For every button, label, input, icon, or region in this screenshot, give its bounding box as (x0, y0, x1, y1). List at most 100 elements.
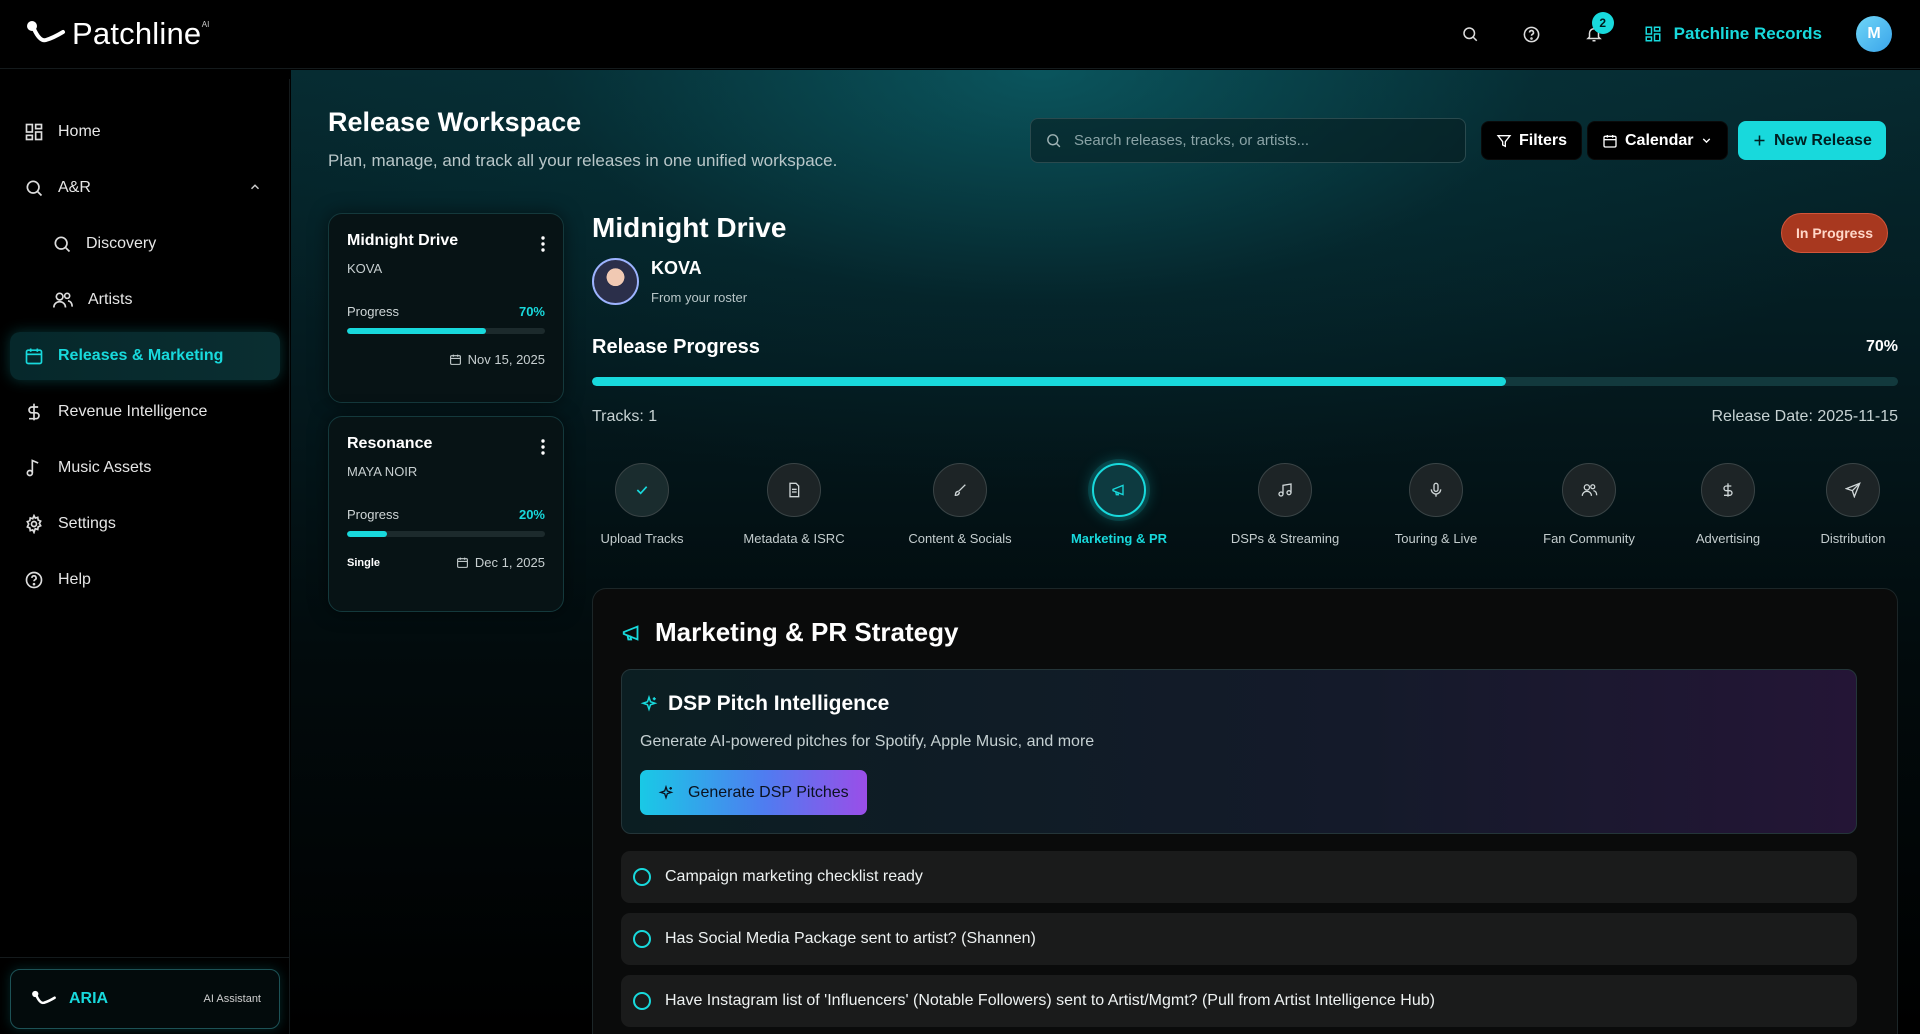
step-label: Marketing & PR (1070, 531, 1168, 546)
progress-percent: 20% (518, 507, 545, 522)
release-card-footer: Nov 15, 2025 (347, 352, 545, 367)
users-icon (1581, 484, 1597, 496)
search-bar[interactable] (1030, 118, 1466, 163)
checklist-item-label: Has Social Media Package sent to artist?… (665, 930, 1036, 947)
release-card-date: Nov 15, 2025 (467, 352, 545, 367)
release-card-date: Dec 1, 2025 (474, 555, 545, 570)
sidebar-item-label: Settings (58, 515, 116, 532)
step-touring-live[interactable]: Touring & Live (1376, 463, 1496, 546)
release-card-artist: MAYA NOIR (347, 464, 418, 479)
plus-icon (1754, 135, 1765, 146)
workflow-steps: Upload Tracks Metadata & ISRC Content & … (592, 463, 1912, 563)
step-advertising[interactable]: Advertising (1668, 463, 1788, 546)
help-icon[interactable] (1512, 14, 1552, 54)
search-input[interactable] (1074, 132, 1434, 149)
checkbox-circle[interactable] (633, 868, 651, 886)
artist-avatar (592, 258, 639, 305)
step-dsps-streaming[interactable]: DSPs & Streaming (1210, 463, 1360, 546)
filters-button[interactable]: Filters (1481, 121, 1583, 160)
sidebar: Home A&R Discovery Artists Releases & Ma… (0, 79, 290, 1034)
artist-subtitle: From your roster (651, 290, 748, 305)
step-circle (615, 463, 669, 517)
new-release-label: New Release (1774, 131, 1872, 149)
check-icon (636, 486, 648, 495)
new-release-button[interactable]: New Release (1738, 121, 1886, 160)
checkbox-circle[interactable] (633, 930, 651, 948)
search-icon (1047, 134, 1061, 148)
release-card-progress-bar (347, 531, 545, 537)
step-label: DSPs & Streaming (1230, 531, 1340, 546)
brand-logo[interactable]: Patchline AI (26, 16, 209, 52)
release-card-progress-row: Progress 20% (347, 507, 545, 522)
calendar-icon (449, 354, 461, 365)
org-name: Patchline Records (1673, 24, 1822, 43)
release-type-badge: Single (347, 556, 381, 569)
sidebar-item-ar[interactable]: A&R (10, 164, 280, 212)
user-avatar[interactable]: M (1856, 16, 1892, 52)
artist-name[interactable]: KOVA (651, 258, 702, 279)
step-circle (1562, 463, 1616, 517)
step-content-socials[interactable]: Content & Socials (890, 463, 1030, 546)
release-card-date-group: Dec 1, 2025 (456, 555, 545, 570)
step-label: Content & Socials (908, 531, 1012, 546)
sidebar-item-artists[interactable]: Artists (38, 276, 280, 324)
search-icon[interactable] (1450, 14, 1490, 54)
sidebar-item-home[interactable]: Home (10, 108, 280, 156)
notifications-button[interactable]: 2 (1574, 12, 1614, 54)
page-title: Release Workspace (328, 107, 582, 137)
step-circle (1092, 463, 1146, 517)
aria-assistant-button[interactable]: ARIA AI Assistant (10, 969, 280, 1029)
dollar-icon (1723, 483, 1733, 497)
release-detail-title: Midnight Drive (592, 212, 787, 243)
grid-icon (1645, 26, 1661, 42)
checklist-item[interactable]: Campaign marketing checklist ready (621, 851, 1857, 903)
step-label: Upload Tracks (600, 531, 684, 546)
brand-name: Patchline (72, 16, 202, 51)
progress-label: Progress (347, 507, 400, 522)
aria-name: ARIA (69, 990, 109, 1007)
grid-icon (25, 123, 43, 141)
step-circle (1826, 463, 1880, 517)
release-card-footer: Single Dec 1, 2025 (347, 555, 545, 570)
more-vertical-icon[interactable] (541, 439, 545, 455)
sidebar-item-releases-marketing[interactable]: Releases & Marketing (10, 332, 280, 380)
step-distribution[interactable]: Distribution (1793, 463, 1913, 546)
sidebar-item-music-assets[interactable]: Music Assets (10, 444, 280, 492)
sidebar-item-discovery[interactable]: Discovery (38, 220, 280, 268)
release-card-midnight-drive[interactable]: Midnight Drive KOVA Progress 70% Nov 15,… (328, 213, 564, 403)
sidebar-divider (0, 957, 290, 958)
chevron-up-icon (250, 184, 260, 190)
progress-bar-fill (347, 328, 486, 334)
step-marketing-pr[interactable]: Marketing & PR (1059, 463, 1179, 546)
generate-dsp-pitches-button[interactable]: Generate DSP Pitches (640, 770, 867, 815)
release-card-progress-row: Progress 70% (347, 304, 545, 319)
step-upload-tracks[interactable]: Upload Tracks (592, 463, 692, 546)
release-progress-percent: 70% (1865, 338, 1898, 355)
help-icon (25, 571, 43, 589)
notification-count-badge: 2 (1591, 12, 1614, 34)
sidebar-item-settings[interactable]: Settings (10, 500, 280, 548)
calendar-button[interactable]: Calendar (1587, 121, 1729, 160)
step-label: Fan Community (1543, 531, 1635, 546)
status-badge[interactable]: In Progress (1781, 213, 1889, 253)
patchline-logo-icon (32, 990, 56, 1005)
brush-icon (954, 484, 966, 497)
marketing-strategy-panel: Marketing & PR Strategy DSP Pitch Intell… (592, 588, 1898, 1034)
checkbox-circle[interactable] (633, 992, 651, 1010)
top-bar: Patchline AI 2 Patchline Records M (0, 0, 1920, 69)
step-metadata-isrc[interactable]: Metadata & ISRC (724, 463, 864, 546)
release-date: Release Date: 2025-11-15 (1711, 408, 1899, 425)
step-fan-community[interactable]: Fan Community (1519, 463, 1659, 546)
more-vertical-icon[interactable] (541, 236, 545, 252)
sparkles-icon (640, 695, 658, 712)
org-switcher[interactable]: Patchline Records (1644, 24, 1822, 44)
sidebar-item-help[interactable]: Help (10, 556, 280, 604)
checklist-item[interactable]: Have Instagram list of 'Influencers' (No… (621, 975, 1857, 1027)
step-circle (1409, 463, 1463, 517)
search-icon (26, 180, 43, 197)
sidebar-item-revenue-intelligence[interactable]: Revenue Intelligence (10, 388, 280, 436)
checklist-item[interactable]: Has Social Media Package sent to artist?… (621, 913, 1857, 965)
calendar-icon (25, 348, 43, 365)
release-card-resonance[interactable]: Resonance MAYA NOIR Progress 20% Single … (328, 416, 564, 612)
dsp-pitch-card: DSP Pitch Intelligence Generate AI-power… (621, 669, 1857, 834)
